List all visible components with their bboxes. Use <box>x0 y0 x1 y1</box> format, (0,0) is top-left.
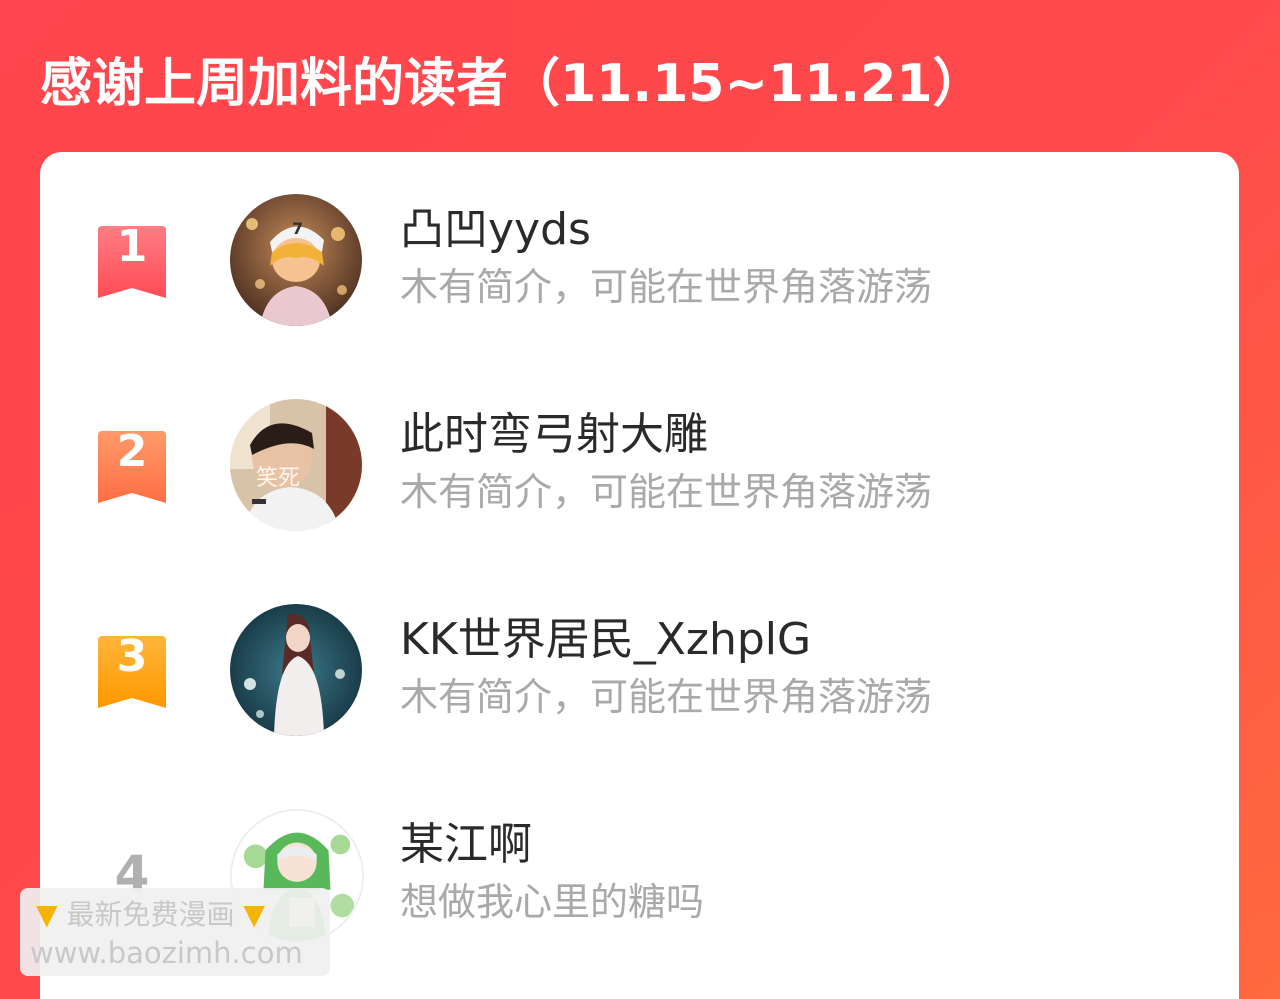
list-item[interactable]: 3 KK世界居民_XzhplG 木有简介，可能在世界角落游荡 <box>40 562 1239 736</box>
rank-number: 2 <box>116 426 148 477</box>
reader-name: 此时弯弓射大雕 <box>400 409 708 460</box>
pointing-down-hand-icon: ▼ <box>243 898 265 931</box>
reader-bio: 想做我心里的糖吗 <box>400 880 705 924</box>
watermark-text: 最新免费漫画 <box>66 898 235 931</box>
reader-name: KK世界居民_XzhplG <box>400 614 812 665</box>
reader-bio: 木有简介，可能在世界角落游荡 <box>400 470 933 514</box>
rank-number: 1 <box>116 221 148 272</box>
watermark: ▼ 最新免费漫画 ▼ www.baozimh.com <box>20 888 330 976</box>
page-title: 感谢上周加料的读者（11.15~11.21） <box>40 54 985 114</box>
reader-bio: 木有简介，可能在世界角落游荡 <box>400 675 933 719</box>
avatar-caption: 笑死 <box>256 466 300 491</box>
svg-text:7: 7 <box>292 219 303 238</box>
avatar[interactable] <box>230 604 362 736</box>
reader-list-card: 1 7 凸凹yyds 木有简介，可能在世界角落游荡 2 笑死 此时弯弓射大雕 木… <box>40 152 1239 999</box>
list-item[interactable]: 2 笑死 此时弯弓射大雕 木有简介，可能在世界角落游荡 <box>40 357 1239 531</box>
pointing-down-hand-icon: ▼ <box>36 898 58 931</box>
page: 感谢上周加料的读者（11.15~11.21） 1 7 凸凹yyds 木有简介，可… <box>0 0 1280 999</box>
reader-name: 凸凹yyds <box>400 204 591 255</box>
reader-name: 某江啊 <box>400 819 532 870</box>
reader-bio: 木有简介，可能在世界角落游荡 <box>400 265 933 309</box>
avatar[interactable]: 笑死 <box>230 399 362 531</box>
list-item[interactable]: 1 7 凸凹yyds 木有简介，可能在世界角落游荡 <box>40 152 1239 326</box>
watermark-url: www.baozimh.com <box>30 936 303 970</box>
avatar[interactable]: 7 <box>230 194 362 326</box>
rank-number: 3 <box>116 631 148 682</box>
